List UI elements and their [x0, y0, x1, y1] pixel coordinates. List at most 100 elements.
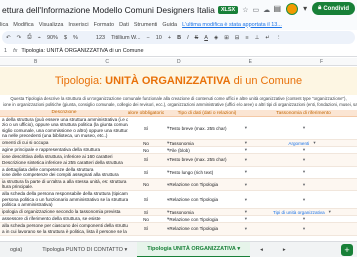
taxonomy-cell[interactable]: ▾	[250, 179, 357, 190]
chevron-down-icon[interactable]: ▾	[329, 209, 331, 215]
chevron-down-icon[interactable]: ▾	[245, 226, 247, 232]
description-cell[interactable]: ia struttura fa parte di un'altra a alla…	[0, 179, 128, 190]
header-datatype[interactable]: Tipo di dati (dati o relazioni)	[164, 110, 250, 116]
table-row[interactable]: ia struttura fa parte di un'altra a alla…	[0, 178, 357, 192]
column-header[interactable]: C	[105, 59, 109, 65]
chevron-down-icon[interactable]: ▾	[245, 209, 247, 215]
table-row[interactable]: omenti di cui si occupa No ▾ Tassonomia ▾ Ar…	[0, 140, 357, 148]
zoom-select[interactable]: 90%	[47, 35, 58, 41]
required-cell[interactable]: No	[128, 140, 164, 146]
italic-button[interactable]: I	[187, 35, 189, 41]
required-cell[interactable]: Sì	[128, 223, 164, 234]
chevron-down-icon[interactable]: ▾	[303, 169, 305, 175]
menu-edit[interactable]: Modifica	[13, 22, 33, 28]
percent-button[interactable]: %	[73, 35, 78, 41]
paint-format-icon[interactable]: ⌁	[38, 35, 41, 41]
move-folder-icon[interactable]: ▭	[252, 6, 259, 14]
chevron-down-icon[interactable]: ▾	[245, 140, 247, 146]
taxonomy-cell[interactable]: Tipi di unità organizzativa ▾	[250, 209, 357, 215]
font-size-input[interactable]: 10	[156, 35, 162, 41]
fill-color-icon[interactable]: ◈	[214, 35, 218, 41]
taxonomy-cell[interactable]: ▾	[250, 167, 357, 178]
description-cell[interactable]: assessore di riferimento della struttura…	[0, 216, 128, 222]
table-row[interactable]: ione descrittiva della struttura, inferi…	[0, 154, 357, 167]
tab-unita-organizzativa[interactable]: Tipologia UNITÀ ORGANIZZATIVA ▾	[137, 242, 251, 257]
tab-previous-sheet[interactable]: ogia)	[0, 242, 32, 257]
chevron-down-icon[interactable]: ▾	[245, 169, 247, 175]
table-row[interactable]: assessore di riferimento della struttura…	[0, 216, 357, 224]
table-row[interactable]: agine principale e rappresentativa della…	[0, 147, 357, 155]
redo-icon[interactable]: ↷	[17, 35, 22, 41]
comments-icon[interactable]: ▤	[274, 4, 282, 13]
font-size-increase-button[interactable]: +	[168, 35, 171, 41]
chevron-down-icon[interactable]: ▾	[245, 147, 247, 153]
column-header[interactable]: B	[34, 59, 37, 65]
print-icon[interactable]: ⎙	[27, 34, 31, 41]
undo-icon[interactable]: ↶	[6, 35, 11, 41]
chevron-down-icon[interactable]: ▾	[303, 147, 305, 153]
datatype-cell[interactable]: ▾ Relazione con Tipologia ▾	[164, 216, 250, 222]
datatype-cell[interactable]: ▾ File (blob) ▾	[164, 147, 250, 153]
column-header[interactable]: D	[177, 59, 181, 65]
table-row[interactable]: alla scheda della persona responsabile d…	[0, 191, 357, 210]
menu-view[interactable]: Visualizza	[39, 22, 64, 28]
chevron-down-icon[interactable]: ▾	[303, 197, 305, 203]
description-cell[interactable]: ione descrittiva della struttura, inferi…	[0, 154, 128, 165]
menu-data[interactable]: Dati	[119, 22, 129, 28]
header-required[interactable]: Valore obbligatorio?	[128, 110, 164, 116]
name-box[interactable]: 1	[4, 48, 7, 54]
dropdown-chevron-icon[interactable]: ▾	[303, 4, 307, 13]
chevron-down-icon[interactable]: ▾	[313, 140, 315, 146]
description-cell[interactable]: alla scheda della persona responsabile d…	[0, 191, 128, 208]
bold-button[interactable]: B	[177, 35, 181, 41]
taxonomy-link[interactable]: Tipi di unità organizzativa	[273, 210, 325, 215]
last-edit-link[interactable]: L'ultima modifica è stata apportata il 1…	[182, 22, 282, 28]
add-sheet-button[interactable]: +	[341, 244, 353, 256]
datatype-cell[interactable]: ▾ Relazione con Tipologia ▾	[164, 191, 250, 208]
chevron-down-icon[interactable]: ▾	[245, 216, 247, 222]
chevron-down-icon[interactable]: ▾	[245, 125, 247, 131]
star-icon[interactable]: ☆	[242, 6, 248, 14]
column-header[interactable]: E	[249, 59, 252, 65]
number-format-button[interactable]: 123	[96, 35, 105, 41]
datatype-cell[interactable]: ▾ Relazione con Tipologia ▾	[164, 179, 250, 190]
menu-help[interactable]: Guida	[162, 22, 177, 28]
description-cell[interactable]: a dettagliata delle competenze della str…	[0, 167, 128, 178]
datatype-cell[interactable]: ▾ Tassonomia ▾	[164, 140, 250, 146]
chevron-down-icon[interactable]: ▾	[303, 216, 305, 222]
datatype-cell[interactable]: ▾ Testo lungo (rich text) ▾	[164, 167, 250, 178]
document-title[interactable]: ettura dell'Informazione Modello Comuni …	[0, 5, 215, 15]
font-select[interactable]: Titillium W...	[111, 35, 140, 41]
required-cell[interactable]: Sì	[128, 191, 164, 208]
taxonomy-cell[interactable]: ▾	[250, 216, 357, 222]
required-cell[interactable]: Sì	[128, 209, 164, 215]
header-description[interactable]: Descrizione	[0, 110, 128, 116]
description-cell[interactable]: omenti di cui si occupa	[0, 140, 128, 146]
description-cell[interactable]: agine principale e rappresentativa della…	[0, 147, 128, 153]
avatar[interactable]	[286, 2, 299, 15]
strikethrough-button[interactable]: S	[195, 35, 199, 41]
chevron-down-icon[interactable]: ▾	[303, 125, 305, 131]
table-row[interactable]: a della struttura (può essere una strutt…	[0, 117, 357, 141]
cloud-status-icon[interactable]: ☁	[263, 6, 270, 14]
datatype-cell[interactable]: ▾ Testo breve (max. 255 char) ▾	[164, 117, 250, 139]
required-cell[interactable]: No	[128, 179, 164, 190]
chevron-down-icon[interactable]: ▾	[303, 226, 305, 232]
taxonomy-cell[interactable]: ▾	[250, 154, 357, 165]
menu-tools[interactable]: Strumenti	[134, 22, 158, 28]
tab-punto-di-contatto[interactable]: Tipologia PUNTO DI CONTATTO ▾	[32, 242, 137, 257]
font-size-decrease-button[interactable]: −	[147, 35, 150, 41]
description-cell[interactable]: a della struttura (può essere una strutt…	[0, 117, 128, 139]
required-cell[interactable]: Sì	[128, 167, 164, 178]
more-icon[interactable]: ⋮	[276, 35, 282, 41]
table-row[interactable]: a dettagliata delle competenze della str…	[0, 167, 357, 179]
chevron-down-icon[interactable]: ▾	[245, 197, 247, 203]
required-cell[interactable]: No	[128, 147, 164, 153]
chevron-down-icon[interactable]: ▾	[245, 157, 247, 163]
sheet-grid[interactable]: Tipologia: UNITÀ ORGANIZZATIVA di un Com…	[0, 67, 357, 240]
share-button[interactable]: 🔒︎ Condivid	[312, 2, 355, 15]
valign-icon[interactable]: ⊥	[255, 35, 260, 41]
merge-icon[interactable]: ⊟	[235, 35, 240, 41]
taxonomy-cell[interactable]: Argomenti ▾	[250, 140, 357, 146]
datatype-cell[interactable]: ▾ Tassonomia ▾	[164, 209, 250, 215]
